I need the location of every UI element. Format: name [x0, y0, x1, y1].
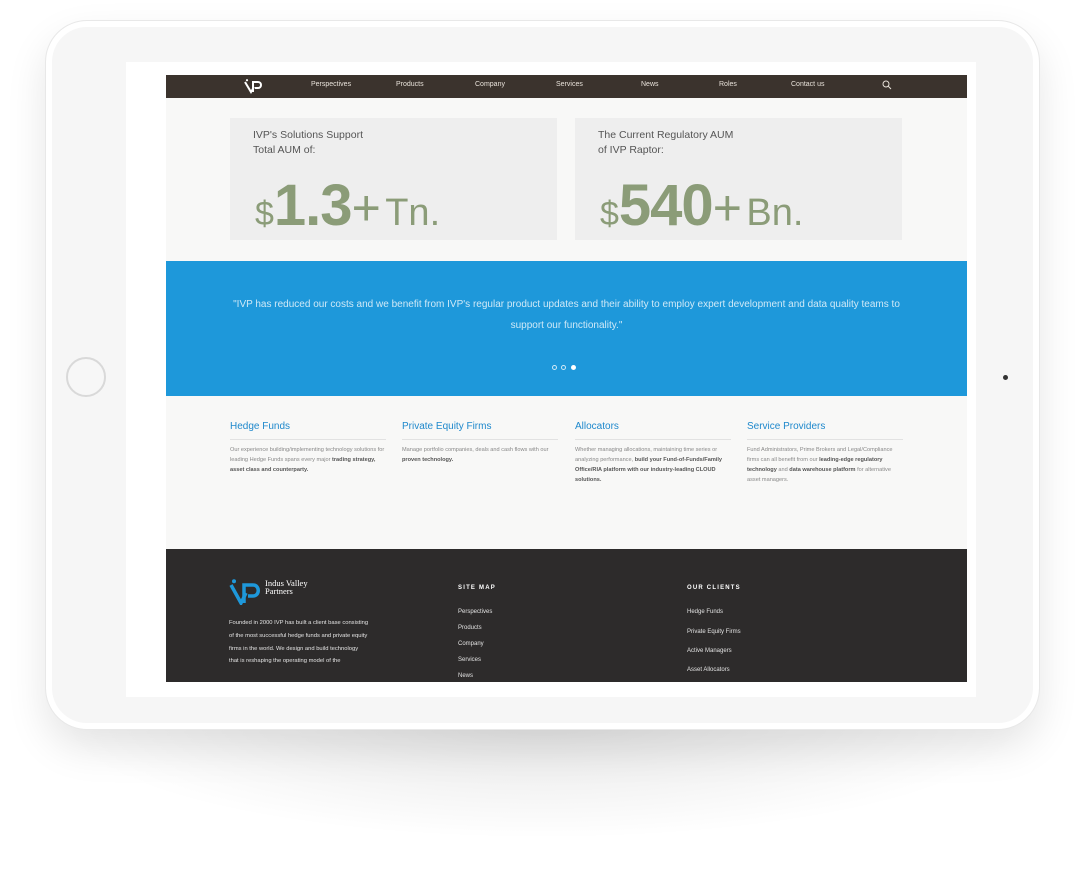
stat-label: The Current Regulatory AUM of IVP Raptor…: [598, 129, 734, 156]
feature-hedge-funds: Hedge Funds Our experience building/impl…: [230, 421, 386, 475]
feature-description: Our experience building/implementing tec…: [230, 447, 385, 473]
sitemap-link-perspectives[interactable]: Perspectives: [458, 609, 492, 615]
sitemap-link-company[interactable]: Company: [458, 641, 484, 647]
feature-private-equity: Private Equity Firms Manage portfolio co…: [402, 421, 558, 465]
testimonial-quote: "IVP has reduced our costs and we benefi…: [233, 299, 900, 331]
nav-contact-us[interactable]: Contact us: [791, 81, 824, 88]
search-icon[interactable]: [882, 80, 892, 90]
feature-service-providers: Service Providers Fund Administrators, P…: [747, 421, 903, 485]
stat-card-raptor-aum: The Current Regulatory AUM of IVP Raptor…: [575, 118, 902, 240]
feature-title[interactable]: Allocators: [575, 421, 731, 432]
feature-description: Whether managing allocations, maintainin…: [575, 447, 723, 483]
clients-heading: OUR CLIENTS: [687, 585, 741, 591]
ivp-logo-icon[interactable]: [244, 79, 264, 94]
footer-about-text: Founded in 2000 IVP has built a client b…: [229, 620, 369, 665]
carousel-dots: [552, 365, 582, 373]
nav-services[interactable]: Services: [556, 81, 583, 88]
feature-description: Manage portfolio companies, deals and ca…: [402, 447, 549, 463]
testimonial-band: "IVP has reduced our costs and we benefi…: [166, 261, 967, 396]
clients-link-private-equity[interactable]: Private Equity Firms: [687, 629, 741, 635]
clients-link-hedge-funds[interactable]: Hedge Funds: [687, 609, 723, 615]
nav-products[interactable]: Products: [396, 81, 424, 88]
nav-news[interactable]: News: [641, 81, 659, 88]
sitemap-heading: SITE MAP: [458, 585, 496, 591]
carousel-dot-1[interactable]: [552, 365, 557, 370]
stat-label: IVP's Solutions Support Total AUM of:: [253, 129, 363, 156]
divider: [230, 439, 386, 440]
nav-company[interactable]: Company: [475, 81, 505, 88]
carousel-dot-3-active[interactable]: [571, 365, 576, 370]
feature-allocators: Allocators Whether managing allocations,…: [575, 421, 731, 485]
divider: [575, 439, 731, 440]
nav-roles[interactable]: Roles: [719, 81, 737, 88]
clients-link-active-managers[interactable]: Active Managers: [687, 648, 732, 654]
nav-perspectives[interactable]: Perspectives: [311, 81, 351, 88]
home-button: [66, 357, 106, 397]
stat-value: $1.3+ Tn.: [255, 173, 441, 238]
feature-title[interactable]: Hedge Funds: [230, 421, 386, 432]
tablet-screen: Perspectives Products Company Services N…: [126, 62, 976, 697]
stat-value: $540+ Bn.: [600, 173, 804, 238]
top-nav: Perspectives Products Company Services N…: [166, 75, 967, 98]
divider: [402, 439, 558, 440]
camera-dot: [1003, 375, 1008, 380]
feature-description: Fund Administrators, Prime Brokers and L…: [747, 447, 893, 483]
footer-logo-text: Indus Valley Partners: [265, 578, 308, 596]
sitemap-link-services[interactable]: Services: [458, 657, 481, 663]
feature-title[interactable]: Private Equity Firms: [402, 421, 558, 432]
device-shadow: [55, 720, 1030, 840]
carousel-dot-2[interactable]: [561, 365, 566, 370]
divider: [747, 439, 903, 440]
stat-card-total-aum: IVP's Solutions Support Total AUM of: $1…: [230, 118, 557, 240]
website: Perspectives Products Company Services N…: [166, 75, 967, 682]
sitemap-link-news[interactable]: News: [458, 673, 473, 679]
feature-title[interactable]: Service Providers: [747, 421, 903, 432]
sitemap-link-products[interactable]: Products: [458, 625, 482, 631]
clients-link-asset-allocators[interactable]: Asset Allocators: [687, 667, 730, 673]
footer: Indus Valley Partners Founded in 2000 IV…: [166, 549, 967, 682]
